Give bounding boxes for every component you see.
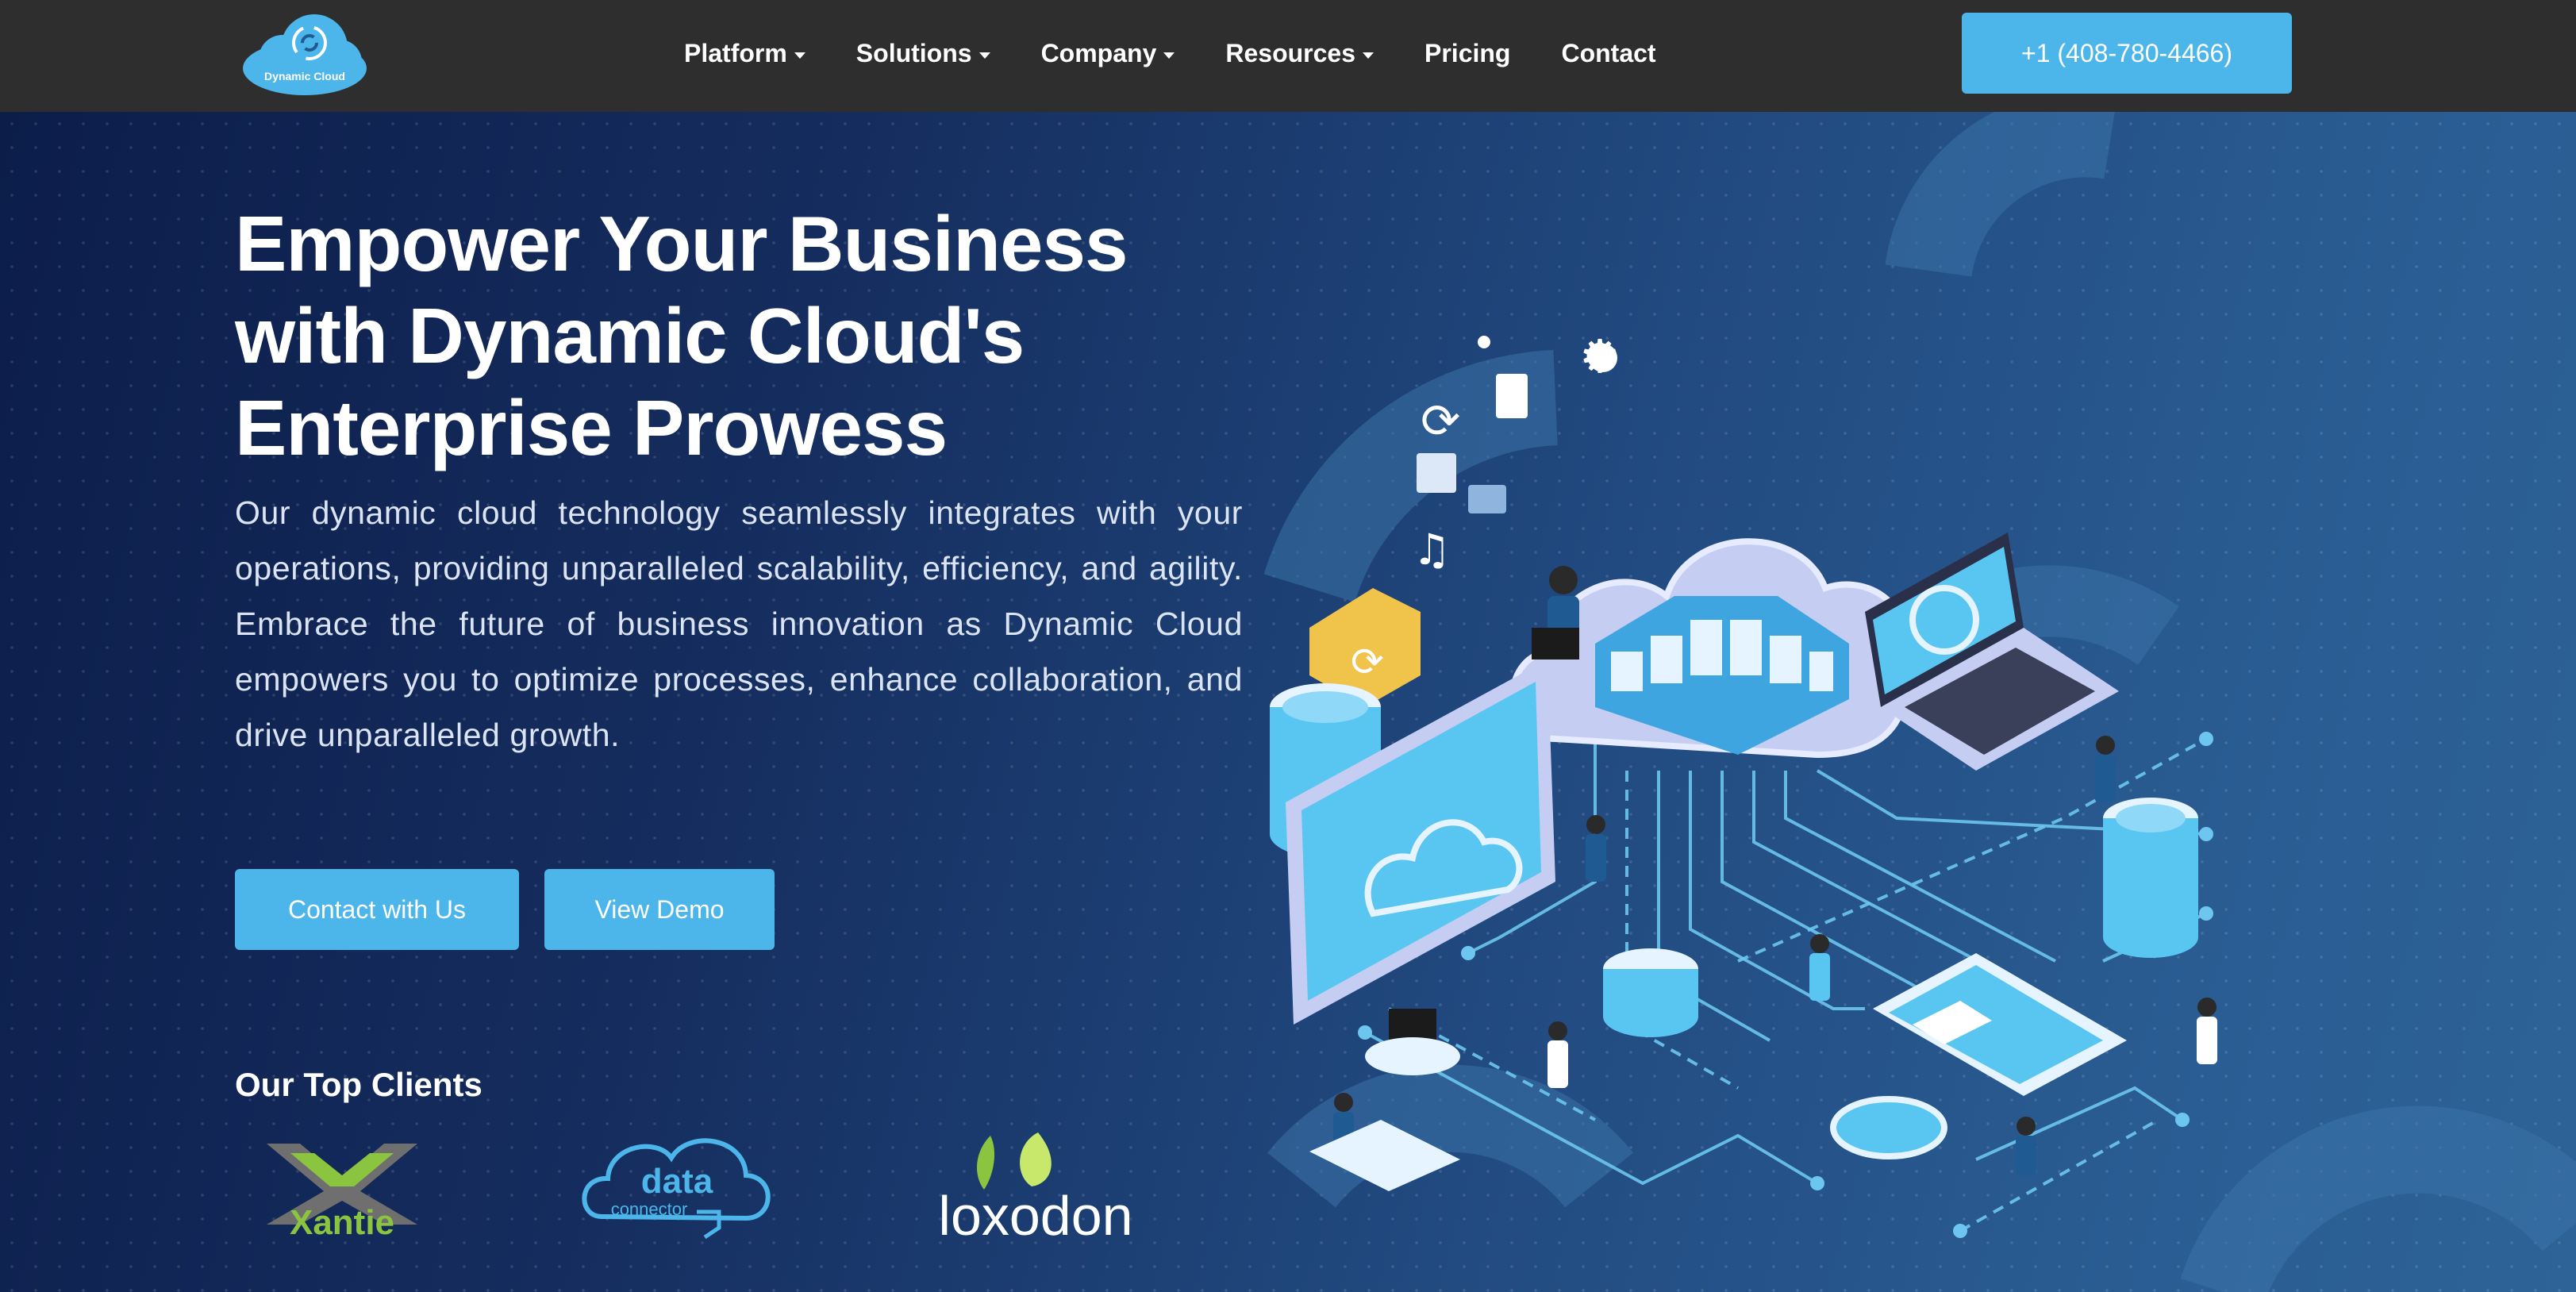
nav-item-contact[interactable]: Contact (1561, 39, 1655, 68)
hero-title-line: with Dynamic Cloud's (235, 292, 1025, 379)
nav-item-resources[interactable]: Resources (1225, 39, 1374, 68)
caret-down-icon (1363, 52, 1374, 59)
nav-item-solutions[interactable]: Solutions (856, 39, 990, 68)
nav-item-pricing[interactable]: Pricing (1424, 39, 1510, 68)
nav-label: Pricing (1424, 39, 1511, 67)
top-clients-heading: Our Top Clients (235, 1066, 483, 1103)
hero-title-line: Empower Your Business (235, 200, 1128, 287)
caret-down-icon (1163, 52, 1175, 59)
client-logo-text: data (641, 1162, 713, 1201)
hero-section: Empower Your Business with Dynamic Cloud… (0, 112, 2576, 1292)
nav-label: Company (1040, 39, 1157, 67)
main-menu: Platform Solutions Company Resources Pri… (684, 0, 1707, 107)
nav-label: Resources (1225, 39, 1355, 67)
view-demo-button[interactable]: View Demo (544, 869, 775, 950)
hero-title: Empower Your Business with Dynamic Cloud… (235, 198, 1267, 474)
phone-button[interactable]: +1 (408-780-4466) (1962, 13, 2292, 94)
top-navbar: Dynamic Cloud Platform Solutions Company… (0, 0, 2576, 112)
caret-down-icon (794, 52, 805, 59)
svg-text:⚙: ⚙ (1579, 329, 1621, 383)
svg-text:⟳: ⟳ (1421, 394, 1460, 449)
client-logo-xantie: Xantie (267, 1144, 417, 1240)
contact-with-us-button[interactable]: Contact with Us (235, 869, 519, 950)
client-logo-loxodon: loxodon (938, 1132, 1133, 1243)
hero-title-line: Enterprise Prowess (235, 384, 948, 471)
hero-description: Our dynamic cloud technology seamlessly … (235, 494, 1243, 753)
nav-label: Contact (1561, 39, 1656, 67)
brand-logo[interactable]: Dynamic Cloud (241, 11, 368, 97)
nav-item-platform[interactable]: Platform (684, 39, 805, 68)
cloud-network-illustration: ⟳ ♫ ⚙ ⟳ (1270, 329, 2217, 1238)
nav-label: Platform (684, 39, 787, 67)
client-logo-text: loxodon (938, 1185, 1132, 1243)
client-logo-subtext: connector (611, 1199, 688, 1219)
client-logo-data-connector: data connector (582, 1138, 771, 1240)
svg-text:♫: ♫ (1413, 525, 1451, 575)
client-logo-text: Xantie (290, 1203, 394, 1240)
nav-label: Solutions (855, 39, 972, 67)
caret-down-icon (978, 52, 990, 59)
svg-text:⟳: ⟳ (1351, 639, 1384, 685)
logo-text: Dynamic Cloud (264, 70, 345, 83)
nav-item-company[interactable]: Company (1041, 39, 1175, 68)
